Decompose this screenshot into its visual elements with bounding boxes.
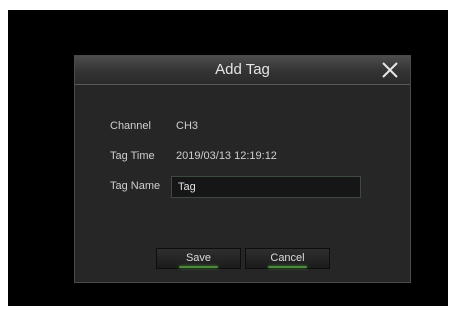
cancel-button[interactable]: Cancel xyxy=(245,248,330,269)
save-button-glow xyxy=(179,266,218,268)
dvr-screen: Add Tag Channel CH3 Tag Time 2019/03/13 … xyxy=(8,10,448,306)
dialog-titlebar: Add Tag xyxy=(75,56,410,85)
dialog-title: Add Tag xyxy=(215,61,270,78)
channel-value: CH3 xyxy=(176,120,199,132)
save-button[interactable]: Save xyxy=(156,248,241,269)
channel-label: Channel xyxy=(110,120,151,132)
tag-name-input[interactable] xyxy=(171,176,361,198)
tag-time-label: Tag Time xyxy=(110,150,155,162)
add-tag-dialog: Add Tag Channel CH3 Tag Time 2019/03/13 … xyxy=(74,55,411,283)
cancel-button-glow xyxy=(268,266,307,268)
close-icon[interactable] xyxy=(380,60,400,80)
cancel-button-label: Cancel xyxy=(270,252,305,264)
tag-name-label: Tag Name xyxy=(110,180,161,192)
save-button-label: Save xyxy=(185,252,212,264)
tag-time-value: 2019/03/13 12:19:12 xyxy=(176,150,277,162)
